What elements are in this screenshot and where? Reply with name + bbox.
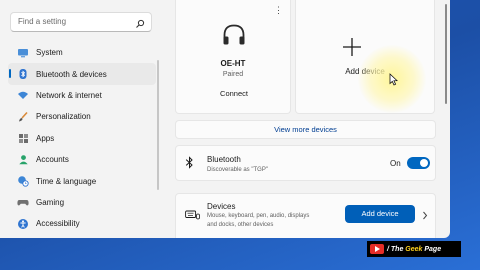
- search-input[interactable]: Find a setting: [18, 17, 66, 26]
- sidebar-item-bluetooth-devices[interactable]: Bluetooth & devices: [8, 63, 156, 85]
- sidebar-item-label: Apps: [36, 133, 55, 143]
- sidebar-item-label: Accessibility: [36, 219, 80, 229]
- cursor-icon: [389, 73, 398, 91]
- devices-subtitle-line1: Mouse, keyboard, pen, audio, displays: [207, 213, 310, 219]
- watermark-highlight: Geek: [405, 245, 423, 253]
- main-scrollbar[interactable]: [445, 4, 447, 104]
- apps-icon: [17, 132, 29, 144]
- watermark-text: / The Geek Page: [387, 246, 441, 253]
- sidebar-item-label: Gaming: [36, 197, 65, 207]
- accessibility-icon: [17, 218, 29, 230]
- plus-icon: [342, 37, 362, 62]
- more-options-icon[interactable]: ⋮: [274, 6, 283, 15]
- sidebar-item-label: Accounts: [36, 155, 69, 165]
- wifi-icon: [17, 89, 29, 101]
- play-logo-icon: [370, 244, 384, 254]
- connect-button[interactable]: Connect: [214, 86, 254, 102]
- bluetooth-icon: [185, 156, 194, 174]
- device-status: Paired: [222, 71, 244, 78]
- search-icon: [135, 16, 145, 34]
- device-card-oe-ht: ⋮ OE-HT Paired Connect: [175, 0, 291, 114]
- sidebar-item-accounts[interactable]: Accounts: [8, 149, 156, 170]
- bluetooth-icon: [17, 68, 29, 80]
- sidebar-item-personalization[interactable]: Personalization: [8, 106, 156, 127]
- sidebar-scrollbar[interactable]: [157, 60, 159, 190]
- toggle-knob: [420, 159, 428, 167]
- sidebar-item-label: Network & internet: [36, 90, 102, 100]
- headphones-icon: [221, 22, 247, 53]
- devices-title: Devices: [207, 202, 236, 211]
- watermark-suffix: Page: [422, 245, 442, 253]
- sidebar-item-gaming[interactable]: Gaming: [8, 192, 156, 213]
- sidebar-item-label: Bluetooth & devices: [36, 69, 107, 79]
- sidebar-item-system[interactable]: System: [8, 42, 156, 63]
- bluetooth-state-label: On: [390, 159, 401, 168]
- sidebar-item-accessibility[interactable]: Accessibility: [8, 213, 156, 234]
- chevron-right-icon[interactable]: [422, 207, 428, 225]
- brush-icon: [17, 111, 29, 123]
- bluetooth-title: Bluetooth: [207, 155, 241, 164]
- monitor-icon: [17, 47, 29, 59]
- watermark-logo: / The Geek Page: [367, 241, 461, 257]
- devices-setting-row: Devices Mouse, keyboard, pen, audio, dis…: [175, 193, 436, 238]
- bluetooth-toggle[interactable]: [407, 157, 430, 169]
- add-device-button[interactable]: Add device: [345, 205, 415, 223]
- sidebar-item-label: System: [36, 48, 63, 58]
- globe-clock-icon: [17, 175, 29, 187]
- search-box[interactable]: Find a setting: [10, 12, 152, 32]
- person-icon: [17, 154, 29, 166]
- bluetooth-setting-row: Bluetooth Discoverable as "TGP" On: [175, 145, 436, 181]
- sidebar-nav: System Bluetooth & devices Network & int…: [8, 42, 156, 235]
- sidebar-item-label: Time & language: [36, 176, 97, 186]
- controller-icon: [17, 196, 29, 208]
- sidebar-item-apps[interactable]: Apps: [8, 128, 156, 149]
- view-more-devices-button[interactable]: View more devices: [175, 120, 436, 139]
- sidebar-item-label: Personalization: [36, 112, 91, 122]
- devices-subtitle-line2: and docks, other devices: [207, 221, 274, 228]
- keyboard-mouse-icon: [185, 208, 200, 226]
- bluetooth-subtitle: Discoverable as "TGP": [207, 167, 268, 173]
- sidebar-item-time-language[interactable]: Time & language: [8, 170, 156, 191]
- watermark-prefix: / The: [387, 245, 406, 253]
- sidebar-item-network[interactable]: Network & internet: [8, 85, 156, 106]
- settings-window: Find a setting System Bluetooth & device…: [0, 0, 450, 238]
- device-name: OE-HT: [220, 59, 246, 68]
